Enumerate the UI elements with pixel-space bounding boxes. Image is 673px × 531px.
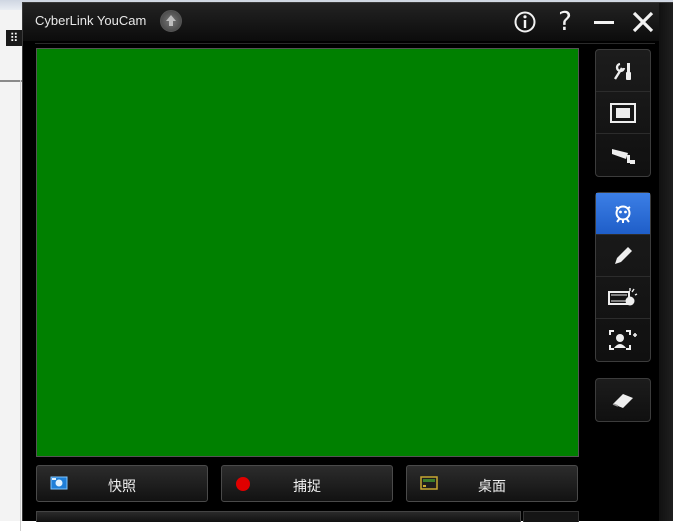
info-icon (514, 11, 536, 33)
creature-icon (615, 205, 631, 223)
draw-button[interactable] (596, 235, 650, 277)
youcam-window: CyberLink YouCam ? 快照 捕捉 桌面 (22, 2, 673, 522)
fullscreen-icon (610, 102, 636, 123)
upgrade-button[interactable] (160, 10, 182, 32)
close-button[interactable] (629, 8, 657, 36)
eraser-icon (612, 394, 633, 408)
camera-preview[interactable] (36, 48, 579, 457)
grid-icon: ⠿ (6, 30, 22, 46)
surveillance-button[interactable] (596, 134, 650, 176)
effects-button[interactable] (596, 193, 650, 235)
window-title: CyberLink YouCam (35, 13, 147, 28)
security-camera-icon (612, 149, 635, 164)
face-tracking-button[interactable] (596, 319, 650, 361)
title-bar[interactable]: CyberLink YouCam ? (23, 3, 673, 41)
tool-group-eraser (595, 378, 651, 422)
pencil-icon (615, 246, 632, 264)
video-effects-button[interactable] (596, 277, 650, 319)
desktop-label: 桌面 (478, 479, 506, 495)
wrench-screwdriver-icon (613, 62, 631, 80)
bottom-panel-handle[interactable] (523, 511, 579, 522)
bottom-panel-bar[interactable] (36, 511, 521, 522)
film-bulb-icon (608, 287, 638, 305)
eraser-button[interactable] (596, 379, 650, 421)
background-wave (0, 68, 22, 82)
snapshot-button[interactable]: 快照 (36, 465, 208, 502)
desktop-background-left: ⠿ (0, 10, 22, 531)
title-separator (35, 43, 655, 44)
minimize-button[interactable] (590, 8, 618, 36)
add-person-icon (609, 330, 637, 350)
settings-tools-button[interactable] (596, 50, 650, 92)
desktop-button[interactable]: 桌面 (406, 465, 578, 502)
tool-group-settings (595, 49, 651, 177)
capture-button[interactable]: 捕捉 (221, 465, 393, 502)
info-button[interactable] (511, 8, 539, 36)
close-icon (632, 11, 654, 33)
help-button[interactable]: ? (551, 7, 579, 37)
background-divider (20, 80, 21, 531)
minimize-icon (594, 21, 614, 24)
snapshot-label: 快照 (108, 479, 136, 495)
arrow-up-icon (166, 15, 176, 26)
capture-label: 捕捉 (293, 479, 321, 495)
fullscreen-button[interactable] (596, 92, 650, 134)
tool-group-effects (595, 192, 651, 362)
window-right-edge (659, 3, 673, 521)
